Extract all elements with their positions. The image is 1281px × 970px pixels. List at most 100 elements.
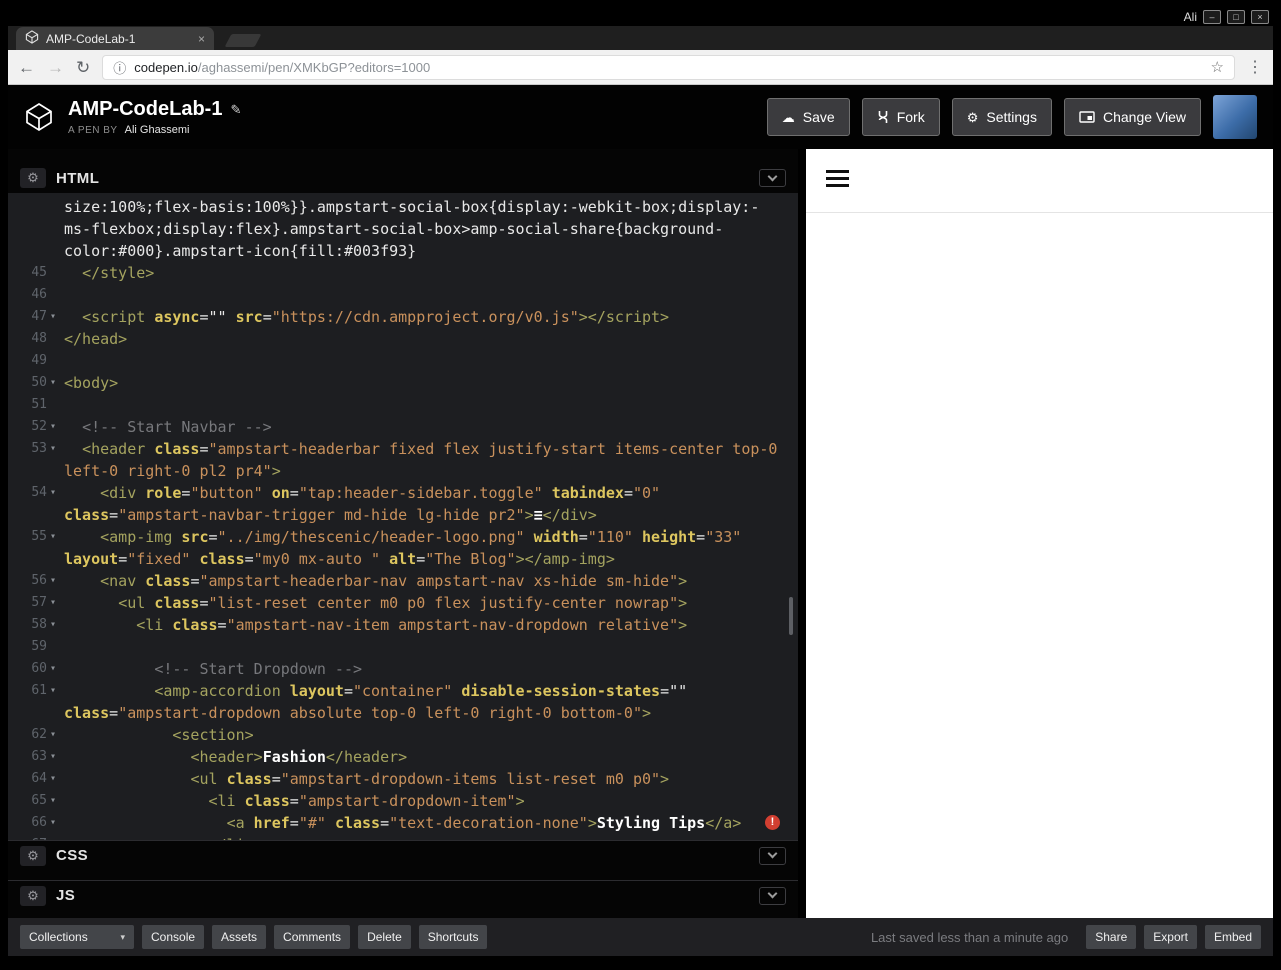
url-text: codepen.io/aghassemi/pen/XMKbGP?editors=…: [134, 60, 430, 75]
chevron-down-icon: [767, 171, 778, 181]
address-bar[interactable]: ⓘ codepen.io/aghassemi/pen/XMKbGP?editor…: [102, 54, 1235, 80]
preview-header-divider: [806, 212, 1273, 213]
code-line[interactable]: 67 </li>: [8, 834, 798, 840]
change-view-label: Change View: [1102, 109, 1186, 125]
browser-window: Ali – □ × AMP-CodeLab-1 × ← → ↻ ⓘ codepe…: [8, 8, 1273, 956]
code-line[interactable]: 48 </head>: [8, 328, 798, 350]
fold-arrow-icon[interactable]: ▾: [47, 372, 59, 394]
footer-bar: Collections ▾ Console Assets Comments Delet…: [8, 918, 1273, 956]
code-line[interactable]: size:100%;flex-basis:100%}}.ampstart-soc…: [8, 196, 798, 262]
collections-dropdown[interactable]: Collections ▾: [20, 925, 134, 949]
code-line[interactable]: 53 ▾ <header class="ampstart-headerbar fi…: [8, 438, 798, 482]
code-line[interactable]: 52 ▾ <!-- Start Navbar -->: [8, 416, 798, 438]
forward-icon[interactable]: →: [47, 59, 64, 76]
js-editor-header: ⚙ JS: [8, 880, 798, 910]
url-host: codepen.io: [134, 59, 198, 75]
code-line[interactable]: 59: [8, 636, 798, 658]
byline-prefix: A PEN BY: [68, 125, 118, 136]
css-collapse-button[interactable]: [759, 846, 786, 865]
code-line[interactable]: 58 ▾ <li class="ampstart-nav-item ampstar…: [8, 614, 798, 636]
code-line[interactable]: 56 ▾ <nav class="ampstart-headerbar-nav a…: [8, 570, 798, 592]
fold-arrow-icon[interactable]: ▾: [47, 746, 59, 768]
code-line[interactable]: 66 ▾ <a href="#" class="text-decoration-n…: [8, 812, 798, 834]
browser-toolbar: ← → ↻ ⓘ codepen.io/aghassemi/pen/XMKbGP?…: [8, 50, 1273, 85]
fold-arrow-icon[interactable]: ▾: [47, 482, 59, 526]
footer-button-delete[interactable]: Delete: [358, 925, 411, 949]
fold-arrow-icon[interactable]: ▾: [47, 570, 59, 592]
css-settings-gear-icon[interactable]: ⚙: [20, 845, 46, 866]
back-icon[interactable]: ←: [18, 59, 35, 76]
hamburger-menu-icon[interactable]: [826, 170, 849, 187]
avatar[interactable]: [1213, 95, 1257, 139]
tab-close-icon[interactable]: ×: [198, 32, 205, 46]
code-line[interactable]: 46: [8, 284, 798, 306]
new-tab-button[interactable]: [224, 34, 262, 47]
cloud-icon: ☁: [781, 109, 795, 125]
footer-button-export[interactable]: Export: [1144, 925, 1197, 949]
reload-icon[interactable]: ↻: [76, 59, 90, 76]
footer-button-share[interactable]: Share: [1086, 925, 1137, 949]
code-line[interactable]: 49: [8, 350, 798, 372]
html-settings-gear-icon[interactable]: ⚙: [20, 168, 46, 188]
fold-arrow-icon[interactable]: ▾: [47, 812, 59, 834]
js-collapse-button[interactable]: [759, 886, 786, 905]
footer-button-shortcuts[interactable]: Shortcuts: [418, 925, 488, 949]
fold-arrow-icon[interactable]: ▾: [47, 790, 59, 812]
code-line[interactable]: 65 ▾ <li class="ampstart-dropdown-item">: [8, 790, 798, 812]
fold-arrow-icon[interactable]: ▾: [47, 614, 59, 636]
code-line[interactable]: 47 ▾ <script async="" src="https://cdn.am…: [8, 306, 798, 328]
browser-menu-icon[interactable]: ⋮: [1247, 57, 1263, 77]
fold-arrow-icon[interactable]: ▾: [47, 680, 59, 724]
editor-preview-divider[interactable]: [798, 149, 806, 918]
code-line[interactable]: 55 ▾ <amp-img src="../img/thescenic/heade…: [8, 526, 798, 570]
page-info-icon[interactable]: ⓘ: [113, 58, 126, 77]
html-code-editor[interactable]: size:100%;flex-basis:100%}}.ampstart-soc…: [8, 193, 798, 840]
editor-scrollbar[interactable]: [789, 597, 793, 635]
chevron-down-icon: [767, 848, 778, 859]
footer-button-assets[interactable]: Assets: [212, 925, 267, 949]
fold-arrow-icon[interactable]: ▾: [47, 592, 59, 614]
browser-tab[interactable]: AMP-CodeLab-1 ×: [16, 27, 214, 50]
code-line[interactable]: 45 </style>: [8, 262, 798, 284]
error-badge[interactable]: !: [765, 815, 780, 830]
code-line[interactable]: 63 ▾ <header>Fashion</header>: [8, 746, 798, 768]
bookmark-star-icon[interactable]: ☆: [1211, 58, 1224, 76]
footer-button-console[interactable]: Console: [142, 925, 205, 949]
window-maximize-button[interactable]: □: [1227, 10, 1245, 24]
fold-arrow-icon[interactable]: ▾: [47, 306, 59, 328]
fold-arrow-icon[interactable]: ▾: [47, 526, 59, 570]
header-actions: ☁ Save Fork ⚙ Settings Change View: [766, 95, 1257, 139]
author-link[interactable]: Ali Ghassemi: [125, 124, 190, 136]
code-line[interactable]: 51: [8, 394, 798, 416]
footer-button-embed[interactable]: Embed: [1204, 925, 1261, 949]
change-view-button[interactable]: Change View: [1063, 98, 1201, 136]
code-line[interactable]: 50 ▾ <body>: [8, 372, 798, 394]
code-line[interactable]: 60 ▾ <!-- Start Dropdown -->: [8, 658, 798, 680]
code-line[interactable]: 61 ▾ <amp-accordion layout="container" di…: [8, 680, 798, 724]
codepen-header: AMP-CodeLab-1 ✎ A PEN BY Ali Ghassemi ☁ …: [8, 85, 1273, 149]
fold-arrow-icon[interactable]: ▾: [47, 658, 59, 680]
fold-arrow-icon[interactable]: ▾: [47, 416, 59, 438]
edit-title-icon[interactable]: ✎: [230, 102, 241, 118]
code-line[interactable]: 64 ▾ <ul class="ampstart-dropdown-items l…: [8, 768, 798, 790]
js-settings-gear-icon[interactable]: ⚙: [20, 885, 46, 906]
codepen-logo-icon[interactable]: [24, 102, 54, 132]
fold-arrow-icon[interactable]: ▾: [47, 768, 59, 790]
code-line[interactable]: 54 ▾ <div role="button" on="tap:header-si…: [8, 482, 798, 526]
code-line[interactable]: 57 ▾ <ul class="list-reset center m0 p0 f…: [8, 592, 798, 614]
code-lines: size:100%;flex-basis:100%}}.ampstart-soc…: [8, 196, 798, 840]
settings-label: Settings: [986, 109, 1037, 125]
save-button[interactable]: ☁ Save: [766, 98, 850, 136]
fold-arrow-icon[interactable]: ▾: [47, 438, 59, 482]
window-minimize-button[interactable]: –: [1203, 10, 1221, 24]
fold-arrow-icon[interactable]: ▾: [47, 724, 59, 746]
html-collapse-button[interactable]: [759, 169, 786, 187]
fork-icon: [877, 110, 889, 124]
window-close-button[interactable]: ×: [1251, 10, 1269, 24]
fork-button[interactable]: Fork: [861, 98, 940, 136]
settings-button[interactable]: ⚙ Settings: [951, 98, 1052, 136]
code-line[interactable]: 62 ▾ <section>: [8, 724, 798, 746]
footer-button-comments[interactable]: Comments: [274, 925, 351, 949]
